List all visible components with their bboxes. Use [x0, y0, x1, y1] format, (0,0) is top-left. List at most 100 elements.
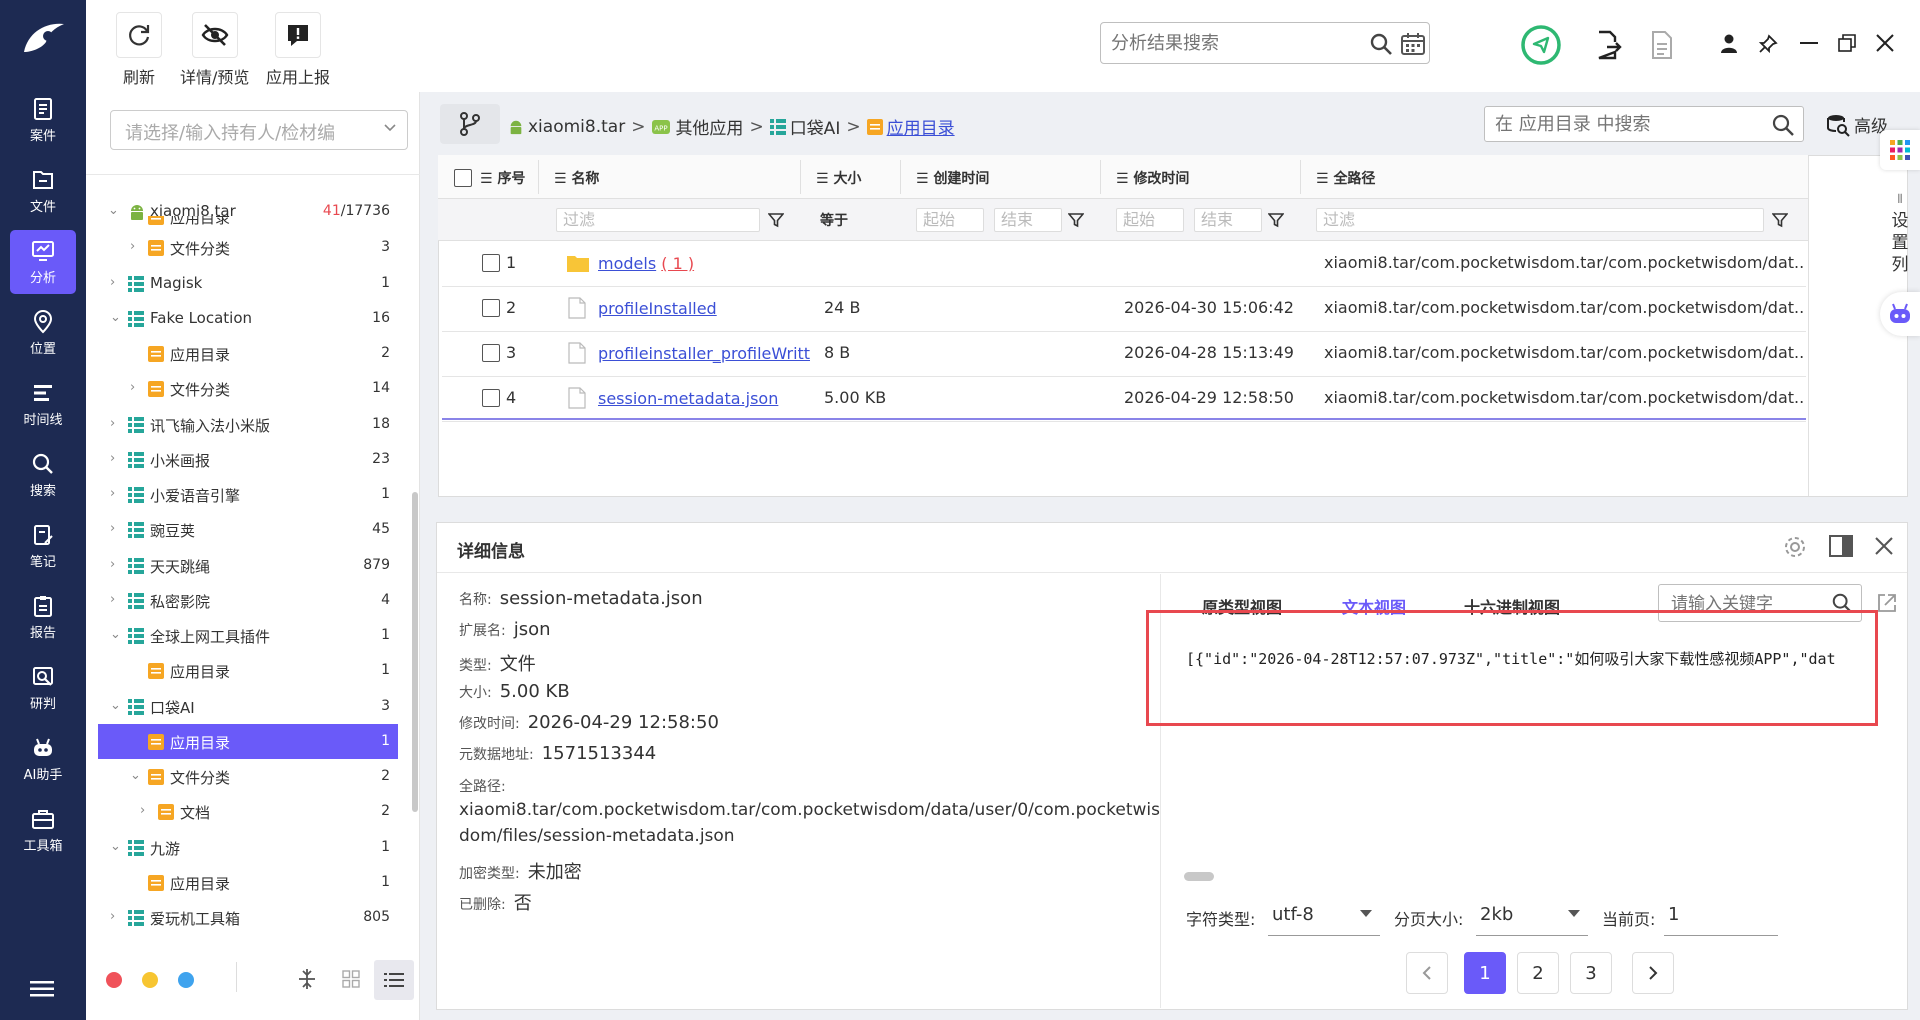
charset-select[interactable]: utf-8: [1268, 896, 1380, 936]
header-index[interactable]: ☰ 序号: [480, 168, 525, 188]
row-name-link[interactable]: models: [598, 254, 656, 273]
apps-grid-button[interactable]: [1880, 130, 1920, 170]
header-size[interactable]: ☰ 大小: [816, 168, 861, 188]
row-checkbox[interactable]: [482, 254, 500, 272]
chevron-down-icon[interactable]: ⌄: [110, 698, 121, 713]
tree-row[interactable]: 应用目录 2: [98, 336, 398, 371]
tree-row[interactable]: › 豌豆荚 45: [98, 512, 398, 547]
tree-row[interactable]: › 文件分类 3: [98, 230, 398, 265]
user-icon[interactable]: [1720, 34, 1738, 54]
search-icon[interactable]: [1831, 592, 1853, 614]
tree-row[interactable]: › 讯飞输入法小米版 18: [98, 407, 398, 442]
filter-icon[interactable]: [1772, 212, 1788, 228]
row-checkbox[interactable]: [482, 299, 500, 317]
breadcrumb-item-current[interactable]: 应用目录: [887, 114, 955, 139]
row-name-link[interactable]: profileInstalled: [598, 299, 717, 318]
pin-icon[interactable]: [1758, 34, 1778, 54]
row-name-link[interactable]: session-metadata.json: [598, 389, 778, 408]
nav-item-case[interactable]: 案件: [10, 88, 76, 152]
header-path[interactable]: ☰ 全路径: [1316, 168, 1375, 188]
search-icon[interactable]: [1771, 113, 1795, 137]
curpage-input[interactable]: 1: [1664, 896, 1778, 936]
text-h-scrollbar[interactable]: [1184, 872, 1214, 881]
tree-row[interactable]: ⌄ 口袋AI 3: [98, 689, 398, 724]
pagesize-select[interactable]: 2kb: [1476, 896, 1588, 936]
header-created[interactable]: ☰ 创建时间: [916, 168, 989, 188]
tree-row[interactable]: 应用目录 1: [98, 723, 398, 759]
dir-search-input[interactable]: [1495, 111, 1755, 137]
chevron-down-icon[interactable]: ⌄: [110, 627, 121, 642]
row-checkbox[interactable]: [482, 344, 500, 362]
chevron-right-icon[interactable]: ›: [130, 239, 135, 254]
name-filter-input[interactable]: 过滤: [556, 208, 760, 232]
yellow-dot-filter[interactable]: [142, 972, 158, 988]
tree-row[interactable]: › 小爱语音引擎 1: [98, 477, 398, 512]
table-row[interactable]: 3 profileinstaller_profileWritte 8 B 2026-0…: [438, 331, 1808, 376]
nav-item-location[interactable]: 位置: [10, 301, 76, 365]
chevron-right-icon[interactable]: ›: [130, 380, 135, 395]
chevron-down-icon[interactable]: ⌄: [110, 839, 121, 854]
menu-icon[interactable]: [30, 980, 54, 998]
close-window-icon[interactable]: [1876, 34, 1894, 52]
collapse-all-icon[interactable]: [298, 968, 316, 990]
settings-gear-icon[interactable]: [1783, 535, 1807, 559]
filter-icon[interactable]: [1068, 212, 1084, 228]
next-page-button[interactable]: [1632, 952, 1674, 994]
created-end-filter[interactable]: 结束: [994, 208, 1062, 232]
chevron-right-icon[interactable]: ›: [110, 275, 115, 290]
tab-text-view[interactable]: 文本视图: [1342, 594, 1406, 618]
minimize-icon[interactable]: [1800, 42, 1818, 46]
chevron-right-icon[interactable]: ›: [110, 486, 115, 501]
chevron-right-icon[interactable]: ›: [110, 557, 115, 572]
split-view-icon[interactable]: [1829, 535, 1853, 557]
nav-item-note[interactable]: 笔记: [10, 514, 76, 578]
branch-button[interactable]: [440, 104, 500, 144]
tree-row[interactable]: › Magisk 1: [98, 266, 398, 301]
calendar-icon[interactable]: [1401, 33, 1425, 55]
chevron-right-icon[interactable]: ›: [110, 592, 115, 607]
tree-row[interactable]: ⌄ 九游 1: [98, 830, 398, 865]
tree-row[interactable]: › 爱玩机工具箱 805: [98, 900, 398, 935]
grid-view-icon[interactable]: [342, 970, 360, 988]
blue-dot-filter[interactable]: [178, 972, 194, 988]
path-filter-input[interactable]: 过滤: [1316, 208, 1764, 232]
tree-row[interactable]: › 文件分类 14: [98, 371, 398, 406]
filter-icon[interactable]: [1268, 212, 1284, 228]
row-name-link[interactable]: profileinstaller_profileWritte: [598, 344, 810, 363]
tree-row[interactable]: 应用目录: [98, 216, 398, 230]
row-checkbox[interactable]: [482, 389, 500, 407]
advanced-search-button[interactable]: 高级: [1826, 112, 1888, 137]
prev-page-button[interactable]: [1406, 952, 1448, 994]
breadcrumb-item-other-apps[interactable]: 其他应用: [675, 114, 743, 139]
list-view-button[interactable]: [374, 960, 414, 1000]
result-search-input[interactable]: [1111, 29, 1351, 57]
column-settings-button[interactable]: ⦀ 设置列: [1888, 188, 1912, 276]
page-button-3[interactable]: 3: [1570, 952, 1612, 994]
tree-row[interactable]: 应用目录 1: [98, 653, 398, 688]
header-modified[interactable]: ☰ 修改时间: [1116, 168, 1189, 188]
tree-row[interactable]: › 文档 2: [98, 794, 398, 829]
page-button-2[interactable]: 2: [1517, 952, 1559, 994]
modified-end-filter[interactable]: 结束: [1194, 208, 1262, 232]
nav-item-judge[interactable]: 研判: [10, 656, 76, 720]
breadcrumb-item-root[interactable]: xiaomi8.tar: [528, 117, 625, 137]
tree-row[interactable]: ⌄ 全球上网工具插件 1: [98, 618, 398, 653]
table-row[interactable]: 4 session-metadata.json 5.00 KB 2026-04-29 …: [438, 376, 1808, 421]
restore-icon[interactable]: [1838, 34, 1856, 52]
report-button[interactable]: 应用上报: [266, 12, 330, 88]
detail-preview-button[interactable]: 详情/预览: [180, 12, 249, 88]
ai-assistant-button[interactable]: [1880, 292, 1920, 336]
close-panel-icon[interactable]: [1875, 537, 1893, 555]
chevron-down-icon[interactable]: ⌄: [130, 768, 141, 783]
viewer-search-input[interactable]: [1671, 592, 1821, 616]
tree-row[interactable]: ⌄ Fake Location 16: [98, 301, 398, 336]
tab-raw-view[interactable]: 原类型视图: [1202, 594, 1282, 618]
nav-item-ai-robot[interactable]: AI助手: [10, 727, 76, 791]
shield-status-icon[interactable]: [1520, 24, 1562, 66]
holder-select[interactable]: 请选择/输入持有人/检材编: [110, 110, 408, 150]
tree-row[interactable]: 应用目录 1: [98, 865, 398, 900]
tab-hex-view[interactable]: 十六进制视图: [1464, 594, 1560, 618]
breadcrumb-item-app[interactable]: 口袋AI: [790, 114, 841, 139]
table-row[interactable]: 2 profileInstalled 24 B 2026-04-30 15:06:42…: [438, 286, 1808, 331]
chevron-down-icon[interactable]: ⌄: [110, 310, 121, 325]
